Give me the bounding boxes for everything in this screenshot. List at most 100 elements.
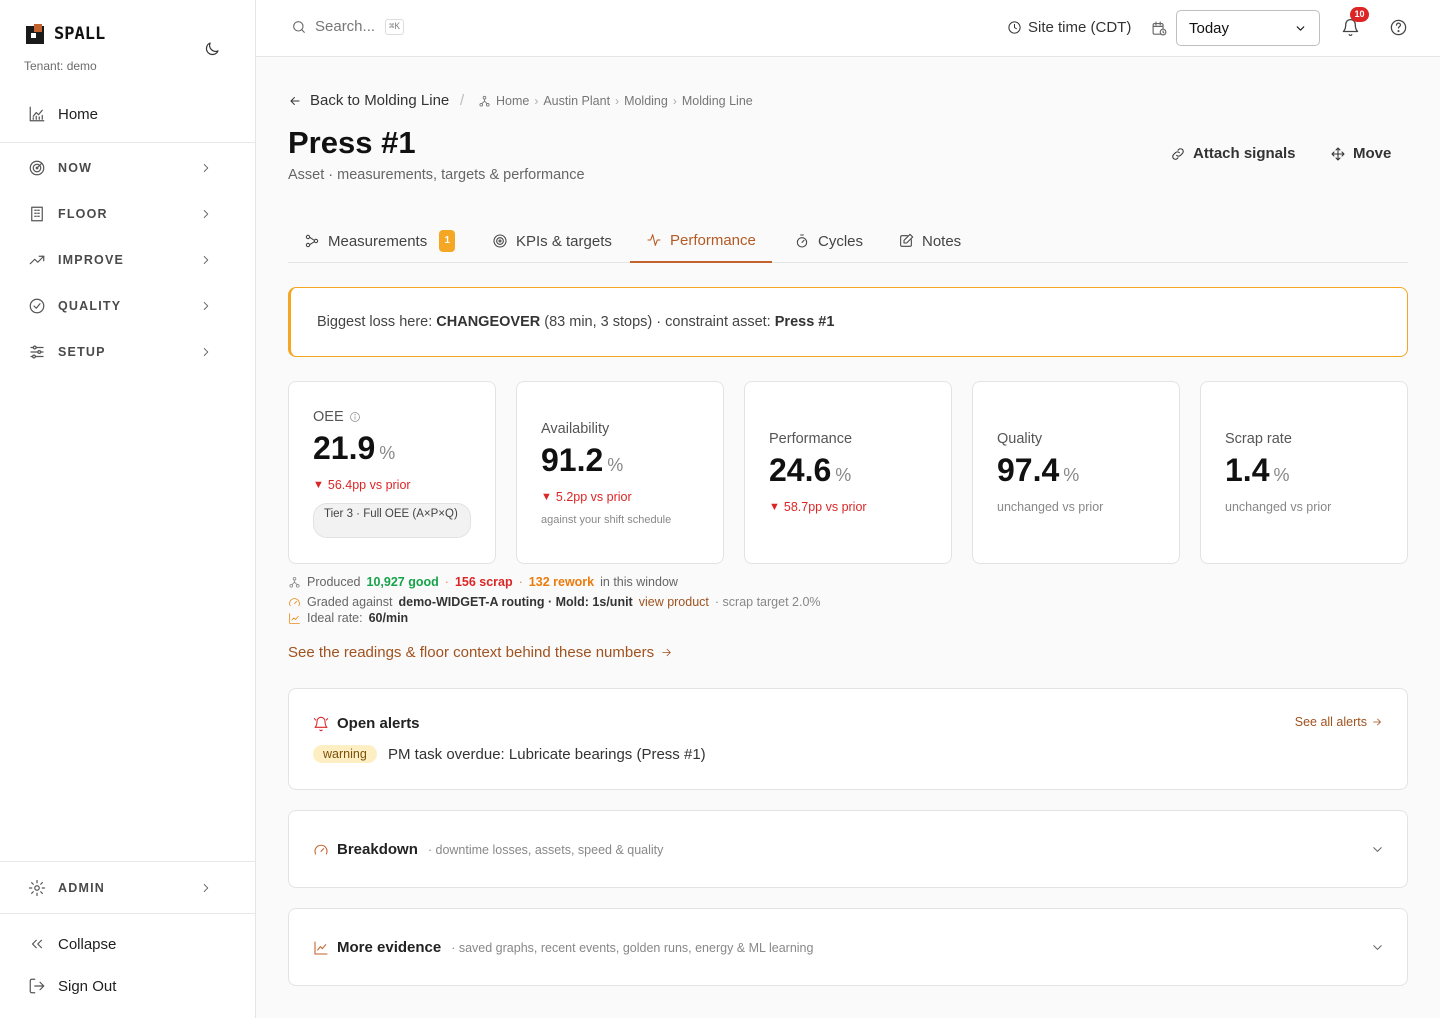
breakdown-subtitle: · downtime losses, assets, speed & quali… xyxy=(427,842,664,857)
banner-asset: Press #1 xyxy=(774,314,835,330)
breadcrumb-molding[interactable]: Molding xyxy=(624,94,668,108)
tab-label: Measurements xyxy=(328,232,428,250)
scrap-target: · scrap target 2.0% xyxy=(714,595,821,609)
stopwatch-icon xyxy=(796,234,808,248)
collapse-button[interactable]: Collapse xyxy=(0,924,255,964)
site-time-button[interactable]: Site time (CDT) xyxy=(1007,19,1131,36)
page-subtitle: Asset · measurements, targets & performa… xyxy=(288,167,585,183)
check-circle-icon xyxy=(29,298,45,314)
oee-value: 21.9% xyxy=(313,430,396,466)
alert-message[interactable]: PM task overdue: Lubricate bearings (Pre… xyxy=(388,746,706,763)
good-count: 10,927 good xyxy=(366,575,439,589)
scrap-rate-delta: unchanged vs prior xyxy=(1225,500,1332,514)
more-evidence-subtitle: · saved graphs, recent events, golden ru… xyxy=(451,940,814,955)
chevron-down-icon[interactable] xyxy=(1370,940,1385,955)
move-button[interactable]: Move xyxy=(1330,145,1391,162)
routing-value: demo-WIDGET-A routing · Mold: 1s/unit xyxy=(398,595,633,609)
tab-cycles[interactable]: Cycles xyxy=(778,219,879,263)
sliders-icon xyxy=(30,345,44,359)
chevron-right-icon xyxy=(203,884,209,892)
breadcrumb-austin-plant[interactable]: Austin Plant xyxy=(543,94,610,108)
availability-note: against your shift schedule xyxy=(541,514,672,526)
tab-label: Notes xyxy=(922,232,962,250)
logo-icon xyxy=(26,24,48,44)
tab-label: Cycles xyxy=(818,232,864,250)
sidebar-item-label: FLOOR xyxy=(58,207,108,221)
quality-value: 97.4% xyxy=(997,452,1080,488)
main-content: Back to Molding Line / Home › Austin Pla… xyxy=(256,57,1440,1018)
quality-label: Quality xyxy=(997,431,1043,447)
chevron-down-icon xyxy=(1296,25,1305,31)
view-product-link[interactable]: view product xyxy=(639,595,709,609)
chevron-right-icon xyxy=(203,256,209,264)
tab-count-badge: 1 xyxy=(439,230,456,252)
asset-tree-icon xyxy=(479,95,490,107)
activity-icon xyxy=(647,234,661,246)
site-time-label: Site time (CDT) xyxy=(1028,19,1132,36)
scrap-rate-label: Scrap rate xyxy=(1225,431,1292,447)
brand-logo[interactable]: SPALL xyxy=(26,24,105,44)
breakdown-panel[interactable]: Breakdown · downtime losses, assets, spe… xyxy=(288,810,1408,888)
chart-icon xyxy=(289,612,300,624)
sidebar-item-improve[interactable]: IMPROVE xyxy=(0,240,255,280)
availability-delta: ▼ 5.2pp vs prior xyxy=(541,490,632,504)
target-icon xyxy=(493,234,507,248)
move-label: Move xyxy=(1353,145,1392,162)
banner-loss: CHANGEOVER xyxy=(436,314,541,330)
breadcrumb-molding-line[interactable]: Molding Line xyxy=(682,94,753,108)
see-all-alerts-link[interactable]: See all alerts xyxy=(1295,715,1383,729)
scrap-count: 156 scrap xyxy=(454,575,513,589)
breadcrumb-home[interactable]: Home xyxy=(496,94,529,108)
breadcrumb-separator: / xyxy=(460,92,465,109)
sign-out-button[interactable]: Sign Out xyxy=(0,966,255,1006)
chevron-right-icon xyxy=(203,302,209,310)
attach-signals-button[interactable]: Attach signals xyxy=(1170,145,1296,162)
sidebar-item-label: QUALITY xyxy=(58,299,122,313)
theme-toggle-moon-icon[interactable] xyxy=(203,40,221,58)
gauge-icon xyxy=(289,597,300,606)
tab-measurements[interactable]: Measurements 1 xyxy=(288,219,471,263)
more-evidence-panel[interactable]: More evidence · saved graphs, recent eve… xyxy=(288,908,1408,986)
sidebar-item-setup[interactable]: SETUP xyxy=(0,332,255,372)
banner-prefix: Biggest loss here: xyxy=(317,314,433,330)
info-icon xyxy=(349,412,360,422)
banner-detail: (83 min, 3 stops) · constraint asset: xyxy=(544,314,771,330)
availability-value: 91.2% xyxy=(541,442,624,478)
nodes-icon xyxy=(305,234,319,248)
search-shortcut: ⌘K xyxy=(385,18,404,35)
sidebar-item-now[interactable]: NOW xyxy=(0,148,255,188)
sidebar-item-home[interactable]: Home xyxy=(0,94,255,134)
search-icon xyxy=(293,20,305,33)
date-range-select[interactable]: Today xyxy=(1176,10,1320,46)
breadcrumb: Home › Austin Plant › Molding › Molding … xyxy=(478,94,753,108)
chart-icon xyxy=(314,940,328,955)
performance-delta: ▼ 58.7pp vs prior xyxy=(769,500,867,514)
chevron-down-icon[interactable] xyxy=(1370,842,1385,857)
alarm-bell-icon xyxy=(313,716,329,731)
page-title: Press #1 xyxy=(288,125,416,160)
tab-notes[interactable]: Notes xyxy=(882,219,977,263)
tab-kpis-targets[interactable]: KPIs & targets xyxy=(476,219,628,263)
chevron-right-icon xyxy=(203,164,209,172)
back-link[interactable]: Back to Molding Line xyxy=(288,92,449,109)
log-out-icon xyxy=(29,978,45,994)
oee-delta: ▼ 56.4pp vs prior xyxy=(313,478,411,492)
help-icon[interactable] xyxy=(1389,18,1408,37)
tab-performance[interactable]: Performance xyxy=(630,219,772,263)
chevron-right-icon xyxy=(203,210,209,218)
sidebar-item-label: ADMIN xyxy=(58,881,105,895)
scrap-rate-card: Scrap rate 1.4% unchanged vs prior xyxy=(1200,381,1408,564)
floor-context-link[interactable]: See the readings & floor context behind … xyxy=(288,644,673,661)
search-input[interactable]: Search... ⌘K xyxy=(291,18,404,35)
tab-label: Performance xyxy=(670,231,756,249)
availability-label: Availability xyxy=(541,421,610,437)
back-link-label: Back to Molding Line xyxy=(310,92,450,109)
calendar-clock-icon xyxy=(1151,20,1168,37)
sidebar-item-floor[interactable]: FLOOR xyxy=(0,194,255,234)
oee-tier-badge: Tier 3 · Full OEE (A×P×Q) xyxy=(313,503,471,538)
sidebar-item-admin[interactable]: ADMIN xyxy=(0,868,255,908)
more-evidence-title: More evidence · saved graphs, recent eve… xyxy=(313,939,813,956)
sidebar-item-quality[interactable]: QUALITY xyxy=(0,286,255,326)
quality-delta: unchanged vs prior xyxy=(997,500,1104,514)
building-icon xyxy=(31,206,43,222)
